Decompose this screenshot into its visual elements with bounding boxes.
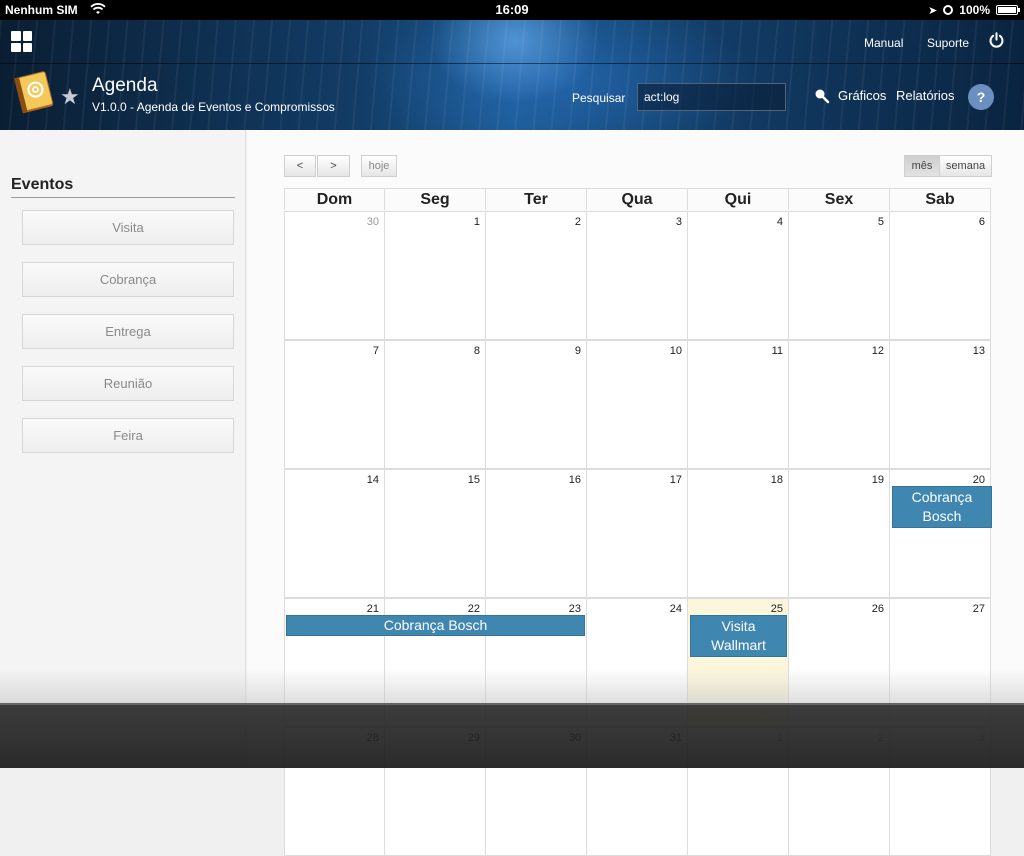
day-number: 18	[770, 474, 783, 486]
top-toolbar: Manual Suporte	[0, 20, 1024, 64]
app-subtitle: V1.0.0 - Agenda de Eventos e Compromisso…	[92, 100, 335, 114]
day-header-sex: Sex	[789, 188, 890, 210]
day-number: 12	[871, 345, 884, 357]
day-number: 6	[978, 216, 985, 228]
day-number: 19	[871, 474, 884, 486]
day-cell[interactable]: 30	[284, 211, 385, 340]
power-icon[interactable]	[988, 32, 1005, 49]
day-cell[interactable]: 7	[284, 340, 385, 469]
app-header: Manual Suporte ★ Agenda V1.0.0 - Agenda …	[0, 20, 1024, 130]
day-number: 24	[669, 603, 682, 615]
app-title: Agenda	[92, 75, 158, 96]
day-cell[interactable]: 18	[688, 469, 789, 598]
battery-percent: 100%	[959, 3, 990, 17]
day-number: 5	[877, 216, 884, 228]
event-type-feira[interactable]: Feira	[22, 418, 234, 453]
day-number: 17	[669, 474, 682, 486]
day-header-ter: Ter	[486, 188, 587, 210]
day-header-dom: Dom	[284, 188, 385, 210]
day-header-qui: Qui	[688, 188, 789, 210]
day-number: 1	[473, 216, 480, 228]
day-cell[interactable]: 19	[789, 469, 890, 598]
day-cell[interactable]: 9	[486, 340, 587, 469]
sidebar-title: Eventos	[11, 176, 74, 193]
alarm-clock-icon	[943, 5, 954, 15]
help-button[interactable]: ?	[968, 84, 994, 110]
week-view-button[interactable]: semana	[939, 155, 992, 177]
keyboard-accessory-bar	[0, 703, 1024, 768]
day-number: 23	[568, 603, 581, 615]
day-cell[interactable]: 11	[688, 340, 789, 469]
event-type-reuniao[interactable]: Reunião	[22, 366, 234, 401]
day-cell[interactable]: 6	[890, 211, 991, 340]
day-cell[interactable]: 14	[284, 469, 385, 598]
day-cell[interactable]: 17	[587, 469, 688, 598]
day-number: 15	[467, 474, 480, 486]
day-number: 7	[372, 345, 379, 357]
day-cell[interactable]: 15	[385, 469, 486, 598]
app-grid-icon[interactable]	[11, 31, 32, 52]
day-number: 25	[770, 603, 783, 615]
manual-link[interactable]: Manual	[864, 36, 903, 50]
day-number: 16	[568, 474, 581, 486]
calendar-event[interactable]: Visita Wallmart	[690, 615, 787, 657]
today-button[interactable]: hoje	[361, 155, 397, 177]
day-cell[interactable]: 5	[789, 211, 890, 340]
day-cell[interactable]: 8	[385, 340, 486, 469]
prev-month-button[interactable]: <	[284, 155, 316, 177]
day-header-sab: Sab	[890, 188, 991, 210]
day-number: 9	[574, 345, 581, 357]
day-number: 3	[675, 216, 682, 228]
day-cell[interactable]: 1	[385, 211, 486, 340]
search-label: Pesquisar	[572, 91, 626, 105]
day-header-seg: Seg	[385, 188, 486, 210]
day-number: 2	[574, 216, 581, 228]
day-number: 26	[871, 603, 884, 615]
day-number: 20	[972, 474, 985, 486]
day-number: 8	[473, 345, 480, 357]
event-type-visita[interactable]: Visita	[22, 210, 234, 245]
graficos-link[interactable]: Gráficos	[838, 88, 886, 103]
next-month-button[interactable]: >	[317, 155, 350, 177]
suporte-link[interactable]: Suporte	[927, 36, 969, 50]
search-input[interactable]	[637, 83, 786, 111]
day-number: 13	[972, 345, 985, 357]
status-bar: Nenhum SIM 16:09 ➤ 100%	[0, 0, 1024, 20]
clock: 16:09	[495, 2, 529, 17]
day-number: 14	[366, 474, 379, 486]
battery-icon	[996, 5, 1020, 15]
day-number: 22	[467, 603, 480, 615]
relatorios-link[interactable]: Relatórios	[896, 88, 955, 103]
favorite-star-icon[interactable]: ★	[60, 84, 80, 110]
location-arrow-icon: ➤	[928, 4, 938, 17]
day-number: 4	[776, 216, 783, 228]
day-cell[interactable]: 12	[789, 340, 890, 469]
day-number: 10	[669, 345, 682, 357]
month-view-button[interactable]: mês	[904, 155, 940, 177]
sidebar-divider	[11, 197, 235, 198]
day-cell[interactable]: 10	[587, 340, 688, 469]
day-cell[interactable]: 13	[890, 340, 991, 469]
bottom-fade	[0, 668, 1024, 704]
calendar-event[interactable]: Cobrança Bosch	[286, 615, 585, 636]
day-cell[interactable]: 16	[486, 469, 587, 598]
day-number: 21	[366, 603, 379, 615]
event-type-cobranca[interactable]: Cobrança	[22, 262, 234, 297]
day-number: 30	[366, 216, 379, 228]
day-header-qua: Qua	[587, 188, 688, 210]
calendar-event[interactable]: Cobrança Bosch	[892, 486, 992, 528]
day-cell[interactable]: 4	[688, 211, 789, 340]
day-number: 27	[972, 603, 985, 615]
event-type-entrega[interactable]: Entrega	[22, 314, 234, 349]
address-book-icon	[14, 71, 54, 114]
search-icon[interactable]	[814, 88, 830, 104]
day-cell[interactable]: 2	[486, 211, 587, 340]
day-number: 11	[771, 345, 783, 357]
day-cell[interactable]: 3	[587, 211, 688, 340]
